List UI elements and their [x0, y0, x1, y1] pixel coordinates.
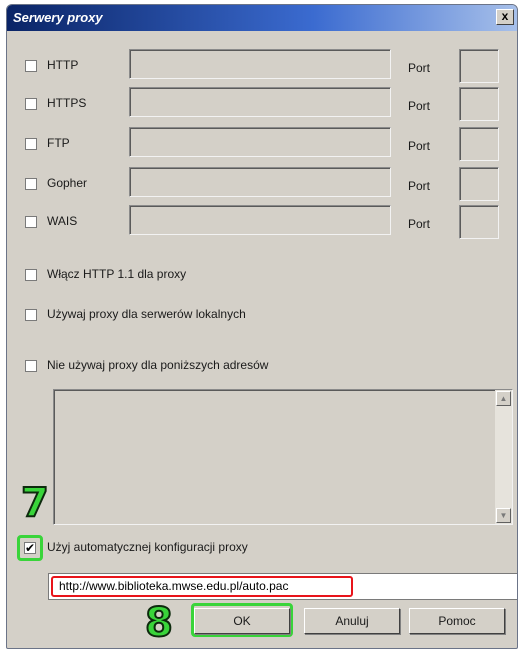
- scroll-up-button[interactable]: ▲: [496, 391, 511, 406]
- https-address-input[interactable]: [129, 87, 391, 117]
- auto-config-checkbox[interactable]: ✔: [24, 542, 36, 554]
- local-proxy-label: Używaj proxy dla serwerów lokalnych: [47, 307, 246, 321]
- auto-config-url-input[interactable]: http://www.biblioteka.mwse.edu.pl/auto.p…: [48, 573, 517, 600]
- bypass-checkbox[interactable]: [25, 360, 37, 372]
- http-address-input[interactable]: [129, 49, 391, 79]
- gopher-address-input[interactable]: [129, 167, 391, 197]
- http-checkbox[interactable]: [25, 60, 37, 72]
- bypass-label: Nie używaj proxy dla poniższych adresów: [47, 358, 269, 372]
- ftp-checkbox[interactable]: [25, 138, 37, 150]
- scroll-down-button[interactable]: ▼: [496, 508, 511, 523]
- proxy-dialog: Serwery proxy x HTTP Port HTTPS Port FTP…: [6, 4, 518, 649]
- url-highlight: http://www.biblioteka.mwse.edu.pl/auto.p…: [51, 576, 353, 597]
- wais-address-input[interactable]: [129, 205, 391, 235]
- gopher-checkbox[interactable]: [25, 178, 37, 190]
- https-port-input[interactable]: [459, 87, 499, 121]
- gopher-label: Gopher: [47, 176, 88, 190]
- title-bar: Serwery proxy x: [7, 5, 517, 31]
- ok-button[interactable]: OK: [194, 608, 290, 634]
- wais-port-label: Port: [408, 217, 431, 231]
- cancel-button[interactable]: Anuluj: [304, 608, 400, 634]
- gopher-port-label: Port: [408, 179, 431, 193]
- dialog-title: Serwery proxy: [13, 10, 103, 25]
- wais-label: WAIS: [47, 214, 78, 228]
- ftp-label: FTP: [47, 136, 70, 150]
- step-7-marker: 7: [20, 480, 50, 526]
- wais-port-input[interactable]: [459, 205, 499, 239]
- arrow-down-icon: ▼: [499, 511, 508, 520]
- http-label: HTTP: [47, 58, 79, 72]
- http-port-label: Port: [408, 61, 431, 75]
- http-port-input[interactable]: [459, 49, 499, 83]
- close-icon: x: [501, 9, 509, 23]
- ftp-port-input[interactable]: [459, 127, 499, 161]
- bypass-addresses-textarea[interactable]: ▲ ▼: [53, 389, 513, 525]
- local-proxy-checkbox[interactable]: [25, 309, 37, 321]
- step-8-marker: 8: [144, 600, 174, 646]
- vertical-scrollbar[interactable]: ▲ ▼: [495, 390, 512, 524]
- auto-config-url: http://www.biblioteka.mwse.edu.pl/auto.p…: [59, 579, 289, 593]
- checkmark-icon: ✔: [25, 541, 36, 555]
- auto-config-label: Użyj automatycznej konfiguracji proxy: [47, 540, 248, 554]
- http11-checkbox[interactable]: [25, 269, 37, 281]
- https-label: HTTPS: [47, 96, 87, 110]
- wais-checkbox[interactable]: [25, 216, 37, 228]
- gopher-port-input[interactable]: [459, 167, 499, 201]
- close-button[interactable]: x: [496, 9, 514, 25]
- arrow-up-icon: ▲: [499, 394, 508, 403]
- help-button[interactable]: Pomoc: [409, 608, 505, 634]
- http11-label: Włącz HTTP 1.1 dla proxy: [47, 267, 187, 281]
- ftp-port-label: Port: [408, 139, 431, 153]
- https-checkbox[interactable]: [25, 98, 37, 110]
- ftp-address-input[interactable]: [129, 127, 391, 157]
- https-port-label: Port: [408, 99, 431, 113]
